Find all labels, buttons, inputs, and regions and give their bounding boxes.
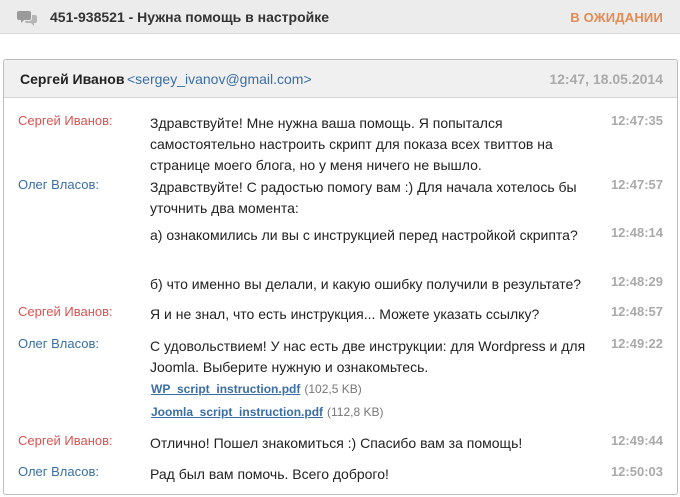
message-text: Я и не знал, что есть инструкция... Може… — [150, 306, 540, 322]
message-time: 12:50:03 — [610, 464, 663, 479]
message-time: 12:47:57 — [610, 177, 663, 192]
attachment-link[interactable]: Joomla_script_instruction.pdf (112,8 KB) — [151, 405, 384, 419]
attachment-name[interactable]: Joomla_script_instruction.pdf — [151, 405, 323, 419]
message-time: 12:47:35 — [610, 113, 663, 128]
message-time: 12:48:14 — [610, 225, 663, 240]
message-text: Здравствуйте! С радостью помогу вам :) Д… — [150, 179, 577, 216]
message-author: Олег Власов: — [18, 336, 100, 351]
sender-name: Сергей Иванов — [20, 71, 125, 87]
message-text: С удовольствием! У нас есть две инструкц… — [150, 338, 586, 375]
conversation-card: Сергей Иванов <sergey_ivanov@gmail.com> … — [3, 59, 678, 495]
message-text: Отлично! Пошел знакомиться :) Спасибо ва… — [150, 435, 523, 451]
message-text: б) что именно вы делали, и какую ошибку … — [150, 276, 582, 292]
attachment-size: (112,8 KB) — [327, 405, 384, 419]
message-text: Рад был вам помочь. Всего доброго! — [150, 466, 389, 482]
attachment-size: (102,5 KB) — [304, 382, 362, 396]
ticket-title: 451-938521 - Нужна помощь в настройке — [50, 9, 330, 25]
email-header: Сергей Иванов <sergey_ivanov@gmail.com> … — [4, 60, 677, 98]
message-time: 12:48:29 — [610, 274, 663, 289]
message-author: Сергей Иванов: — [18, 304, 113, 319]
chat-icon — [17, 11, 37, 26]
ticket-header-bar: 451-938521 - Нужна помощь в настройке В … — [0, 0, 680, 34]
message-author: Сергей Иванов: — [18, 433, 113, 448]
message-author: Олег Власов: — [18, 177, 100, 192]
sender-email[interactable]: <sergey_ivanov@gmail.com> — [127, 71, 312, 87]
attachment-link[interactable]: WP_script_instruction.pdf (102,5 KB) — [151, 382, 362, 396]
message-author: Сергей Иванов: — [18, 113, 113, 128]
message-text: а) ознакомились ли вы с инструкцией пере… — [150, 227, 578, 243]
message-text: Здравствуйте! Мне нужна ваша помощь. Я п… — [150, 115, 553, 173]
message-author: Олег Власов: — [18, 464, 100, 479]
message-time: 12:49:22 — [610, 336, 663, 351]
message-datetime: 12:47, 18.05.2014 — [549, 71, 663, 87]
attachment-name[interactable]: WP_script_instruction.pdf — [151, 382, 300, 396]
message-time: 12:49:44 — [610, 433, 663, 448]
status-badge[interactable]: В ОЖИДАНИИ — [570, 10, 663, 25]
message-time: 12:48:57 — [610, 304, 663, 319]
